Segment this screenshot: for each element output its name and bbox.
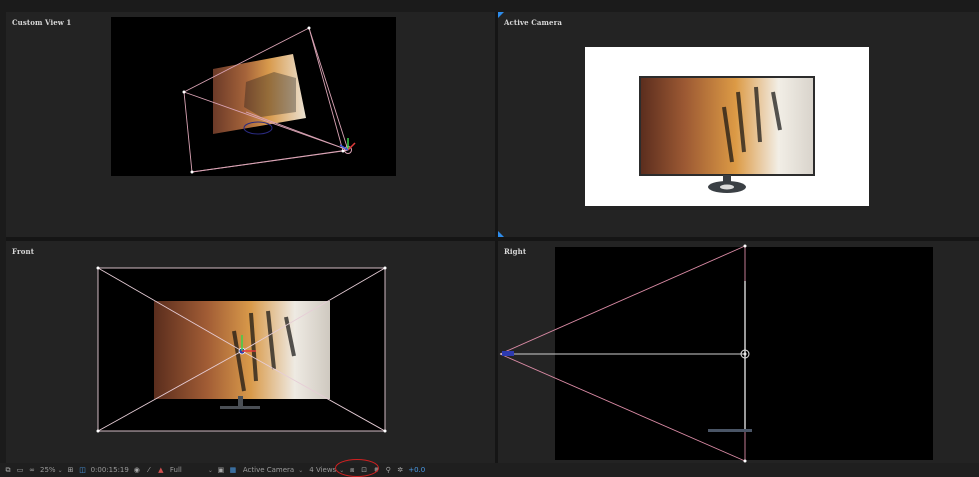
- custom-view-scene: [111, 17, 396, 176]
- viewport-divider: [6, 237, 979, 241]
- channel-icon[interactable]: ▲: [157, 466, 165, 474]
- front-view-scene: [96, 266, 387, 433]
- timecode-value: 0:00:15:19: [90, 466, 129, 474]
- resolution-value: Full: [169, 466, 182, 474]
- display-icon[interactable]: ▭: [16, 466, 24, 474]
- active-camera-scene: [585, 47, 869, 206]
- viewport-right[interactable]: Right: [498, 241, 979, 463]
- viewport-front[interactable]: Front: [6, 241, 495, 463]
- monitor-stand: [708, 429, 752, 432]
- camera-icon[interactable]: [502, 351, 514, 356]
- camera-dropdown[interactable]: Active Camera ⌄: [243, 466, 303, 474]
- chevron-down-icon: ⌄: [298, 466, 304, 474]
- annotation-circle: [335, 459, 379, 477]
- transparency-grid-icon[interactable]: ▦: [229, 466, 237, 474]
- right-view-scene: [499, 244, 933, 463]
- monitor-stand: [220, 406, 260, 409]
- show-snapshot-icon[interactable]: ⁄: [145, 466, 153, 474]
- viewer-top-edge: [0, 0, 979, 12]
- chevron-down-icon: ⌄: [57, 466, 63, 474]
- viewport-label: Active Camera: [504, 18, 563, 27]
- timecode[interactable]: 0:00:15:19: [91, 466, 129, 474]
- region-of-interest-icon[interactable]: ▣: [217, 466, 225, 474]
- always-preview-icon[interactable]: ⧉: [4, 466, 12, 474]
- exposure-text: +0.0: [408, 466, 426, 474]
- viewport-active-camera[interactable]: Active Camera: [498, 12, 979, 237]
- snapshot-icon[interactable]: ◉: [133, 466, 141, 474]
- viewport-custom-view[interactable]: Custom View 1: [6, 12, 495, 237]
- views-value: 4 Views: [309, 466, 337, 474]
- composition-viewer[interactable]: Custom View 1 Active Camera Front Right: [0, 0, 979, 463]
- chevron-down-icon: ⌄: [207, 466, 213, 474]
- viewport-label: Right: [504, 247, 527, 256]
- viewport-label: Custom View 1: [12, 18, 72, 27]
- viewer-controls-bar: ⧉ ▭ ∞ 25% ⌄ ⊞ ◫ 0:00:15:19 ◉ ⁄ ▲ Full ⌄ …: [0, 463, 979, 477]
- viewport-label: Front: [12, 247, 35, 256]
- flowchart-icon[interactable]: ⚲: [384, 466, 392, 474]
- resolution-dropdown[interactable]: Full ⌄: [170, 466, 213, 474]
- reset-exposure-icon[interactable]: ✲: [396, 466, 404, 474]
- grid-icon[interactable]: ⊞: [67, 466, 75, 474]
- region-icon[interactable]: ◫: [79, 466, 87, 474]
- 3d-glasses-icon[interactable]: ∞: [28, 466, 36, 474]
- camera-value: Active Camera: [242, 466, 295, 474]
- zoom-dropdown[interactable]: 25% ⌄: [40, 466, 63, 474]
- zoom-value: 25%: [40, 466, 56, 474]
- exposure-value[interactable]: +0.0: [408, 466, 425, 474]
